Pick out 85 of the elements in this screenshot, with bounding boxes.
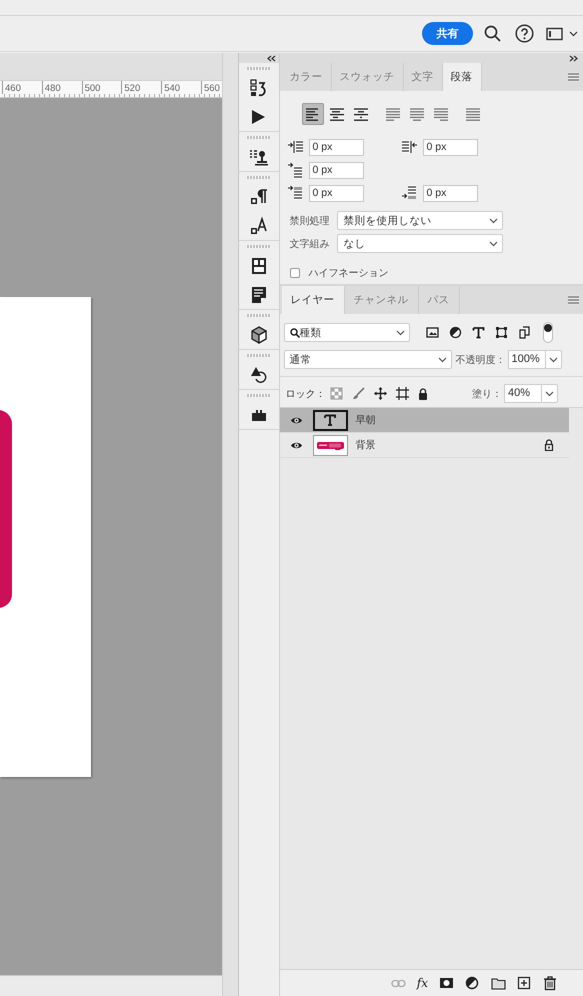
grip-icon[interactable] xyxy=(246,314,271,317)
ruler-label: 560 xyxy=(200,81,222,94)
grip-icon[interactable] xyxy=(246,394,271,397)
workspace-icon[interactable] xyxy=(546,26,563,40)
caret-icon xyxy=(438,356,447,362)
layer-row[interactable]: 背景 xyxy=(280,433,569,458)
paragraph-style-icon[interactable] xyxy=(248,186,269,206)
move-icon[interactable] xyxy=(374,387,387,400)
checkbox[interactable] xyxy=(290,268,300,278)
layer-thumbnail[interactable] xyxy=(312,434,348,456)
align-button[interactable] xyxy=(302,103,324,125)
lock-icon[interactable] xyxy=(418,388,428,400)
mask-icon[interactable] xyxy=(439,976,454,990)
filter-toggle[interactable] xyxy=(542,322,553,343)
effects-button[interactable]: fx xyxy=(416,976,428,990)
search-icon xyxy=(290,328,300,338)
field-label: 文字組み xyxy=(290,238,331,250)
dropdown[interactable]: なし xyxy=(336,234,503,253)
eye-icon[interactable] xyxy=(290,416,303,424)
cube-icon[interactable] xyxy=(248,324,269,344)
ruler-label: 500 xyxy=(82,81,122,94)
type-filter-icon[interactable] xyxy=(472,326,485,339)
layer-thumbnail[interactable] xyxy=(312,410,348,430)
caret-icon xyxy=(488,218,498,224)
caret-icon xyxy=(396,330,405,336)
scrollbar[interactable] xyxy=(222,53,239,996)
caret-icon xyxy=(569,30,578,36)
caret-icon xyxy=(488,240,498,246)
input-field[interactable]: 40% xyxy=(504,384,542,403)
space-before-icon xyxy=(286,185,304,201)
eye-icon[interactable] xyxy=(290,440,303,450)
brush-icon[interactable] xyxy=(352,387,365,400)
space-after-icon xyxy=(400,185,418,201)
caret-icon xyxy=(545,390,554,396)
menu-icon[interactable] xyxy=(568,73,580,81)
image-filter-icon[interactable] xyxy=(426,326,439,339)
dropdown-button[interactable] xyxy=(544,350,562,369)
search-icon[interactable] xyxy=(484,25,501,42)
first-line-indent-icon xyxy=(286,162,304,178)
grip-icon[interactable] xyxy=(246,176,271,179)
field-label: 塗り： xyxy=(472,388,502,400)
layer-row[interactable]: 早朝 xyxy=(280,408,569,433)
adjustment-filter-icon[interactable] xyxy=(448,326,462,339)
adjustment-icon[interactable] xyxy=(465,976,480,990)
trash-icon[interactable] xyxy=(543,976,558,990)
input-field[interactable]: 0 px xyxy=(422,138,478,156)
lock-pixels-icon[interactable] xyxy=(330,387,343,400)
folder-icon[interactable] xyxy=(491,976,506,990)
grip-icon[interactable] xyxy=(246,245,271,248)
collapse-icon[interactable] xyxy=(266,54,276,62)
right-indent-icon xyxy=(400,139,418,155)
grip-icon[interactable] xyxy=(246,67,271,70)
field-label: ロック： xyxy=(286,388,326,400)
dropdown[interactable]: 禁則を使用しない xyxy=(336,211,503,230)
caret-icon xyxy=(548,356,558,362)
input-field[interactable]: 0 px xyxy=(422,184,478,202)
checkbox-label: ハイフネーション xyxy=(308,267,389,280)
menu-icon[interactable] xyxy=(568,296,580,304)
type-icon xyxy=(324,414,336,426)
panel-tab[interactable]: 段落 xyxy=(442,63,482,91)
help-icon[interactable] xyxy=(515,24,534,43)
share-button[interactable]: 共有 xyxy=(422,22,473,45)
lock-icon[interactable] xyxy=(544,439,554,451)
field-label: 不透明度： xyxy=(456,354,506,366)
blend-mode-dropdown[interactable]: 通常 xyxy=(284,350,452,369)
input-field[interactable]: 0 px xyxy=(308,162,364,178)
scrollbar[interactable] xyxy=(0,975,222,996)
shape-filter-icon[interactable] xyxy=(494,326,508,339)
new-layer-icon[interactable] xyxy=(517,976,532,990)
grip-icon[interactable] xyxy=(246,136,271,139)
expand-icon[interactable] xyxy=(569,54,580,62)
field-label: 禁則処理 xyxy=(290,214,331,228)
character-style-icon[interactable] xyxy=(248,216,269,236)
smart-object-filter-icon[interactable] xyxy=(518,326,531,339)
grip-icon[interactable] xyxy=(246,354,271,357)
layer-name: 早朝 xyxy=(356,414,377,427)
panel-tab[interactable]: レイヤー xyxy=(282,286,345,314)
layer-name: 背景 xyxy=(356,438,377,452)
dropdown-button[interactable] xyxy=(541,384,558,403)
input-field[interactable]: 0 px xyxy=(308,138,364,156)
rotate-shape-icon[interactable] xyxy=(248,364,269,384)
left-indent-icon xyxy=(286,139,304,155)
input-field[interactable]: 100% xyxy=(508,350,545,369)
filter-dropdown[interactable]: 種類 xyxy=(284,323,410,342)
input-field[interactable]: 0 px xyxy=(308,184,364,202)
